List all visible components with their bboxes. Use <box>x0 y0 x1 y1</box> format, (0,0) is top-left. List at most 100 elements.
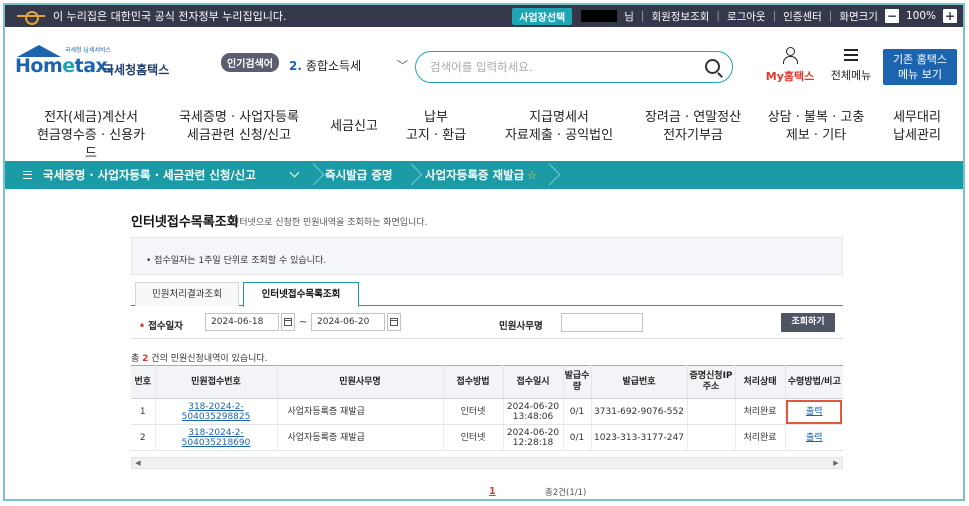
ip-address <box>687 398 736 425</box>
receipt-method: 인터넷 <box>443 398 504 425</box>
my-hometax-button[interactable]: My홈택스 <box>763 47 817 84</box>
table-header-row: 번호 민원접수번호 민원사무명 접수방법 접수일시 발급수량 발급번호 증명신청… <box>131 365 843 399</box>
process-status: 처리완료 <box>735 424 786 451</box>
business-select-button[interactable]: 사업장선택 <box>512 7 573 25</box>
nav-tax-certificate[interactable]: 국세증명 · 사업자등록 세금관련 신청/신고 <box>173 109 305 145</box>
search-icon[interactable] <box>705 59 720 74</box>
nav-payment[interactable]: 납부 고지 · 환급 <box>401 109 471 145</box>
nav-tax-agent[interactable]: 세무대리 납세관리 <box>885 109 949 145</box>
legacy-menu-button[interactable]: 기존 홈택스 메뉴 보기 <box>883 49 957 85</box>
tab-result-inquiry[interactable]: 민원처리결과조회 <box>135 282 239 306</box>
date-label: • 접수일자 <box>139 321 184 332</box>
results-table: 번호 민원접수번호 민원사무명 접수방법 접수일시 발급수량 발급번호 증명신청… <box>131 365 843 451</box>
date-from-calendar-button[interactable] <box>281 313 295 331</box>
nav-tax-return[interactable]: 세금신고 <box>321 118 387 136</box>
menu-icon[interactable] <box>23 171 32 179</box>
col-header: 발급번호 <box>591 365 688 399</box>
issue-number: 1023-313-3177-247 <box>591 424 688 451</box>
date-to-input[interactable]: 2024-06-20 <box>311 313 385 331</box>
ip-address <box>687 424 736 451</box>
gov-emblem-icon <box>17 11 45 25</box>
screen-size-label: 화면크기 <box>839 10 878 23</box>
pager-total: 총2건(1/1) <box>545 488 587 498</box>
search-input[interactable] <box>430 58 700 76</box>
result-count: 총 2 건의 민원신청내역이 있습니다. <box>131 354 268 364</box>
process-status: 처리완료 <box>735 398 786 425</box>
office-name: 사업자등록증 재발급 <box>277 398 444 425</box>
date-to-calendar-button[interactable] <box>387 313 401 331</box>
date-range-tilde: ~ <box>299 317 308 328</box>
breadcrumb-item-1[interactable]: 국세증명 · 사업자등록 · 세금관련 신청/신고 <box>43 161 256 189</box>
chevron-down-icon[interactable] <box>289 167 300 178</box>
tab-internet-list[interactable]: 인터넷접수목록조회 <box>243 282 359 307</box>
cert-center-link[interactable]: 인증센터 <box>783 9 822 24</box>
zoom-out-button[interactable]: − <box>884 9 899 23</box>
all-menu-button[interactable]: 전체메뉴 <box>823 47 879 83</box>
logo-tagline: 국세청 납세서비스 <box>65 47 112 54</box>
utility-links: 사업장선택 님 | 회원정보조회 | 로그아웃 | 인증센터 | 화면크기 − … <box>512 5 957 27</box>
row-number: 2 <box>131 424 156 451</box>
col-header: 접수방법 <box>443 365 504 399</box>
receipt-number-link[interactable]: 318-2024-2-504035218690 <box>155 424 278 451</box>
receipt-method: 인터넷 <box>443 424 504 451</box>
nav-payment-statement[interactable]: 지급명세서 자료제출 · 공익법인 <box>499 109 619 145</box>
nav-incentive[interactable]: 장려금 · 연말정산 전자기부금 <box>633 109 753 145</box>
receipt-datetime: 2024-06-20 12:28:18 <box>503 424 564 451</box>
office-label: 민원사무명 <box>499 321 543 332</box>
office-name-input[interactable] <box>561 313 643 332</box>
search-box <box>415 51 733 83</box>
receipt-datetime: 2024-06-20 13:48:06 <box>503 398 564 425</box>
col-header: 증명신청IP주소 <box>687 365 736 399</box>
page-description: 인터넷으로 신청한 민원내역을 조회하는 화면입니다. <box>231 218 428 228</box>
col-header: 민원사무명 <box>277 365 444 399</box>
col-header: 발급수량 <box>563 365 592 399</box>
logo-wordmark: Hometax. <box>15 55 115 77</box>
query-button[interactable]: 조회하기 <box>781 313 835 332</box>
print-link[interactable]: 출력 <box>785 398 843 425</box>
popular-keywords-badge: 인기검색어 <box>221 53 279 72</box>
search-filter: • 접수일자 2024-06-18 ~ 2024-06-20 민원사무명 조회하기 <box>131 309 843 339</box>
date-from-input[interactable]: 2024-06-18 <box>205 313 279 331</box>
popular-keyword[interactable]: 2. 종합소득세 <box>289 57 361 74</box>
office-name: 사업자등록증 재발급 <box>277 424 444 451</box>
logout-link[interactable]: 로그아웃 <box>727 9 766 24</box>
page-frame: 이 누리집은 대한민국 공식 전자정부 누리집입니다. 사업장선택 님 | 회원… <box>3 3 965 501</box>
issue-quantity: 0/1 <box>563 398 592 425</box>
issue-quantity: 0/1 <box>563 424 592 451</box>
horizontal-scrollbar[interactable]: ◀ ▶ <box>131 457 843 469</box>
user-suffix: 님 <box>624 10 634 23</box>
page-number-current[interactable]: 1 <box>489 486 496 497</box>
breadcrumb-separator-icon <box>305 161 319 189</box>
zoom-in-button[interactable]: + <box>943 9 957 23</box>
gov-banner: 이 누리집은 대한민국 공식 전자정부 누리집입니다. 사업장선택 님 | 회원… <box>5 5 963 27</box>
notice-box: • 접수일자는 1주일 단위로 조회할 수 있습니다. <box>131 237 843 275</box>
site-header: 국세청 납세서비스 Hometax. 국세청홈택스 인기검색어 2. 종합소득세 … <box>5 27 963 93</box>
member-info-link[interactable]: 회원정보조회 <box>651 9 709 24</box>
tab-bar: 민원처리결과조회 인터넷접수목록조회 <box>131 281 843 307</box>
row-number: 1 <box>131 398 156 425</box>
breadcrumb-separator-icon <box>541 161 555 189</box>
col-header: 번호 <box>131 365 156 399</box>
zoom-value: 100% <box>905 10 936 22</box>
nav-consult[interactable]: 상담 · 불복 · 고충 제보 · 기타 <box>761 109 871 145</box>
col-header: 민원접수번호 <box>155 365 278 399</box>
col-header: 수령방법/비고 <box>785 365 843 399</box>
scroll-left-icon[interactable]: ◀ <box>132 458 144 468</box>
scroll-right-icon[interactable]: ▶ <box>830 458 842 468</box>
nav-e-invoice[interactable]: 전자(세금)계산서 현금영수증 · 신용카드 <box>31 109 151 163</box>
breadcrumb-item-2[interactable]: 즉시발급 증명 <box>325 161 392 189</box>
calendar-icon <box>390 318 398 326</box>
print-link[interactable]: 출력 <box>785 424 843 451</box>
breadcrumb: 국세증명 · 사업자등록 · 세금관련 신청/신고 즉시발급 증명 사업자등록증… <box>5 161 963 189</box>
star-icon[interactable]: ☆ <box>527 169 537 182</box>
hometax-logo[interactable]: 국세청 납세서비스 Hometax. 국세청홈택스 <box>15 45 175 77</box>
issue-number: 3731-692-9076-552 <box>591 398 688 425</box>
breadcrumb-item-3: 사업자등록증 재발급 ☆ <box>425 168 538 182</box>
receipt-number-link[interactable]: 318-2024-2-504035298825 <box>155 398 278 425</box>
table-row: 1 318-2024-2-504035298825 사업자등록증 재발급 인터넷… <box>131 398 843 425</box>
chevron-down-icon[interactable]: ﹀ <box>397 57 408 73</box>
col-header: 접수일시 <box>503 365 564 399</box>
col-header: 처리상태 <box>735 365 786 399</box>
gov-banner-text: 이 누리집은 대한민국 공식 전자정부 누리집입니다. <box>53 10 287 23</box>
page-title: 인터넷접수목록조회 <box>131 215 239 230</box>
